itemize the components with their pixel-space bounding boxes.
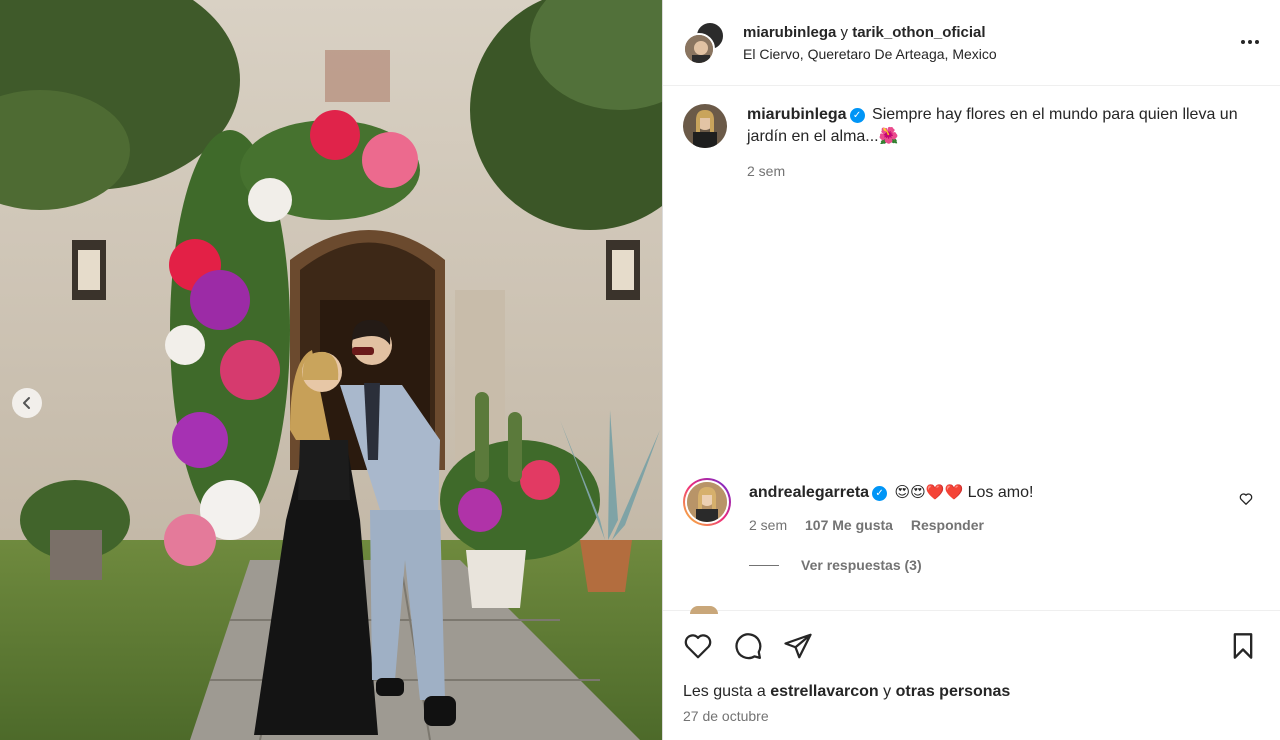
comment-emojis: 😍😍❤️❤️: [894, 484, 964, 501]
heart-icon: [684, 634, 712, 659]
caption-body: miarubinlega ✓ Siempre hay flores en el m…: [747, 104, 1263, 182]
header-joiner: y: [840, 23, 849, 41]
comment-like-button[interactable]: [1239, 492, 1253, 511]
avatar-mia[interactable]: [683, 32, 715, 65]
carousel-prev-button[interactable]: [12, 388, 42, 418]
post-header-text: miarubinlega y tarik_othon_oficial El Ci…: [743, 24, 997, 62]
post-photo[interactable]: [0, 0, 662, 740]
verified-badge-icon: ✓: [849, 108, 865, 123]
view-replies-label: Ver respuestas (3): [801, 557, 922, 573]
hibiscus-emoji: 🌺: [878, 128, 899, 145]
comment-meta: 2 sem 107 Me gusta Responder: [749, 514, 1033, 536]
comment-icon: [735, 633, 762, 660]
location-link[interactable]: El Ciervo, Queretaro De Arteaga, Mexico: [743, 46, 997, 62]
comment-item: andrealegarreta ✓ 😍😍❤️❤️ Los amo! 2 sem 1…: [683, 478, 1263, 536]
verified-badge-icon: ✓: [872, 486, 888, 501]
couple-photo-image: [0, 0, 662, 740]
post-side-panel: miarubinlega y tarik_othon_oficial El Ci…: [662, 0, 1280, 740]
post-dialog: miarubinlega y tarik_othon_oficial El Ci…: [0, 0, 1280, 740]
save-button[interactable]: [1229, 631, 1257, 666]
header-username-1[interactable]: miarubinlega: [743, 24, 836, 41]
comment-username[interactable]: andrealegarreta: [749, 484, 869, 501]
post-date[interactable]: 27 de octubre: [683, 708, 769, 724]
like-button[interactable]: [683, 631, 713, 661]
more-options-button[interactable]: [1238, 30, 1262, 60]
send-icon: [784, 633, 812, 659]
collab-usernames: miarubinlega y tarik_othon_oficial: [743, 24, 997, 41]
comment-body: andrealegarreta ✓ 😍😍❤️❤️ Los amo! 2 sem 1…: [749, 482, 1033, 536]
caption-timestamp[interactable]: 2 sem: [747, 160, 1263, 182]
caption-username[interactable]: miarubinlega: [747, 106, 847, 123]
view-replies-button[interactable]: Ver respuestas (3): [749, 557, 922, 573]
reply-button[interactable]: Responder: [911, 517, 984, 533]
replies-divider: [749, 564, 779, 566]
post-actions-bar: Les gusta a estrellavarcon y otras perso…: [663, 610, 1280, 740]
share-button[interactable]: [783, 631, 813, 661]
collab-avatars[interactable]: [683, 20, 727, 65]
chevron-left-icon: [23, 397, 30, 409]
header-username-2[interactable]: tarik_othon_oficial: [852, 24, 985, 41]
likes-prefix: Les gusta a: [683, 683, 766, 700]
comment-button[interactable]: [733, 631, 763, 661]
comment-avatar-story-ring[interactable]: [683, 478, 731, 526]
likes-joiner: y: [883, 683, 892, 700]
action-icons: [683, 631, 813, 661]
caption-avatar[interactable]: [683, 104, 727, 148]
heart-icon: [1239, 493, 1253, 505]
comment-likes-count[interactable]: 107 Me gusta: [805, 517, 893, 533]
comment-timestamp[interactable]: 2 sem: [749, 517, 787, 533]
likes-others-link[interactable]: otras personas: [896, 683, 1011, 700]
bookmark-icon: [1233, 633, 1253, 659]
more-horizontal-icon: [1241, 40, 1259, 44]
likes-user-link[interactable]: estrellavarcon: [770, 683, 879, 700]
likes-summary: Les gusta a estrellavarcon y otras perso…: [683, 683, 1010, 701]
comment-text: Los amo!: [967, 484, 1034, 501]
post-caption: miarubinlega ✓ Siempre hay flores en el m…: [683, 104, 1263, 182]
post-header: miarubinlega y tarik_othon_oficial El Ci…: [663, 0, 1280, 86]
next-comment-avatar-peek: [690, 606, 718, 614]
